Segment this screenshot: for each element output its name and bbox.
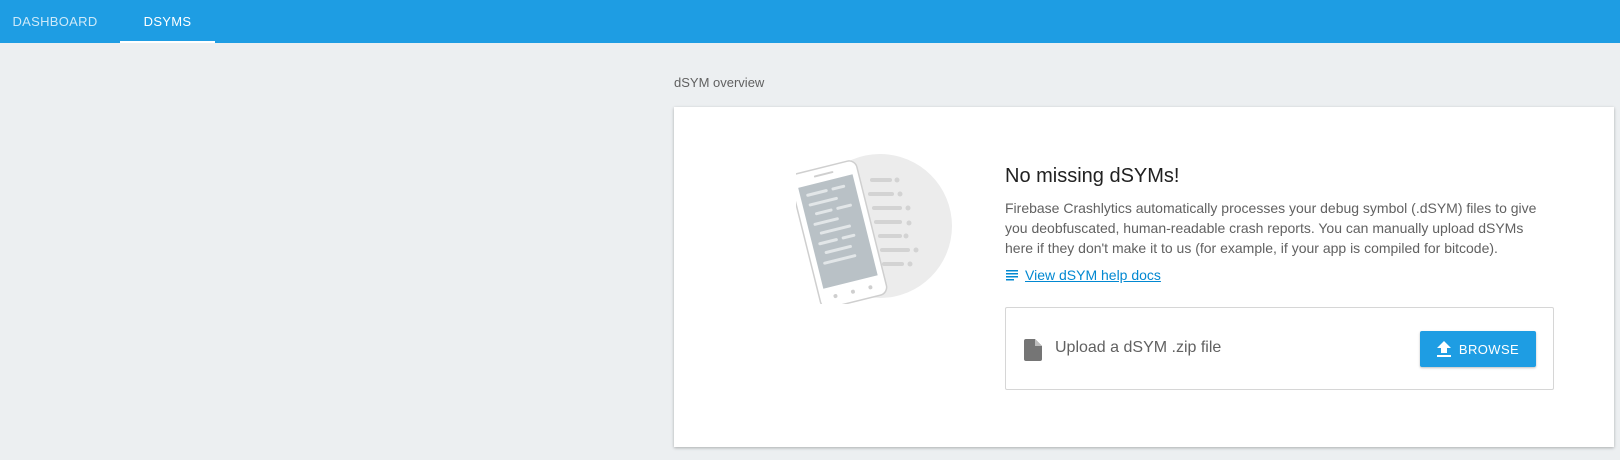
- help-docs-link[interactable]: View dSYM help docs: [1005, 267, 1161, 283]
- dsym-overview-card: No missing dSYMs! Firebase Crashlytics a…: [674, 107, 1614, 447]
- section-title: dSYM overview: [674, 75, 765, 90]
- notes-icon: [1006, 270, 1018, 281]
- upload-icon: [1436, 341, 1451, 357]
- card-heading: No missing dSYMs!: [1005, 165, 1180, 187]
- phone-illustration: [796, 154, 952, 304]
- card-description: Firebase Crashlytics automatically proce…: [1005, 200, 1537, 256]
- browse-button[interactable]: BROWSE: [1420, 331, 1536, 367]
- tab-dsyms[interactable]: DSYMS: [120, 0, 215, 43]
- upload-label: Upload a dSYM .zip file: [1055, 339, 1222, 356]
- top-nav-bar: DASHBOARD DSYMS: [0, 0, 1620, 43]
- help-docs-link-label[interactable]: View dSYM help docs: [1025, 267, 1161, 283]
- tab-dashboard[interactable]: DASHBOARD: [0, 0, 110, 43]
- file-icon: [1024, 339, 1042, 361]
- upload-dropzone[interactable]: Upload a dSYM .zip file BROWSE: [1005, 307, 1554, 390]
- browse-button-label: BROWSE: [1458, 341, 1520, 357]
